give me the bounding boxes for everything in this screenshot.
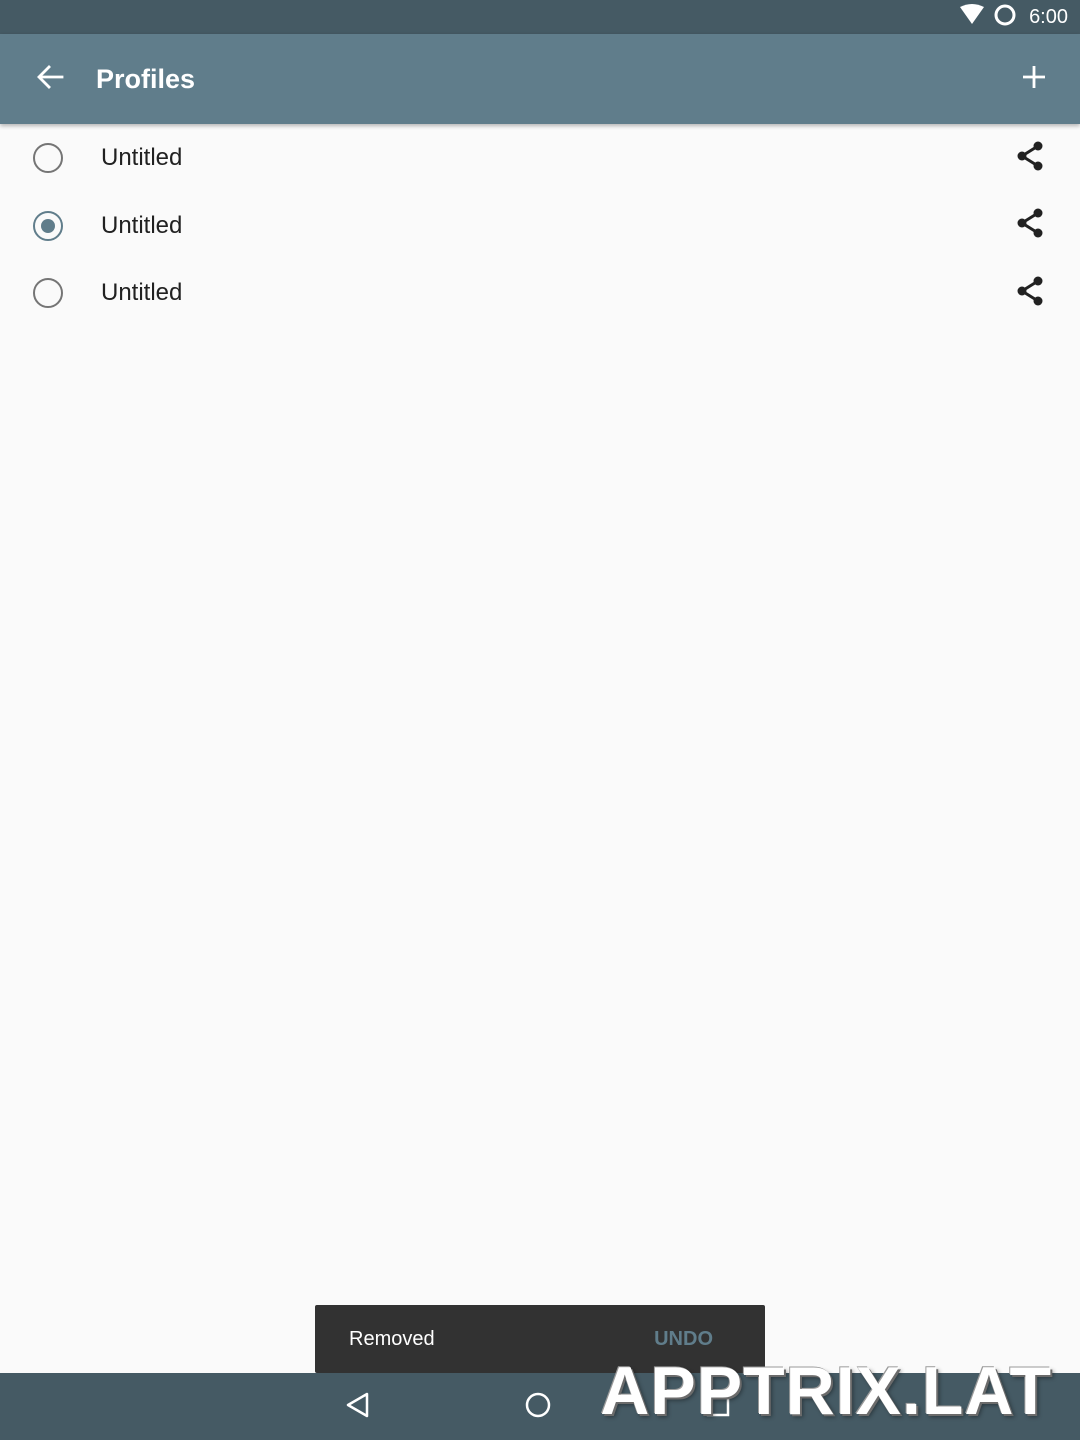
share-button-1[interactable] (1004, 132, 1056, 184)
page-title: Profiles (96, 64, 196, 94)
wifi-icon (959, 3, 985, 31)
nav-back-button[interactable] (333, 1382, 383, 1432)
profile-row-3[interactable]: Untitled (0, 259, 1080, 327)
share-button-3[interactable] (1004, 267, 1056, 319)
watermark: APPTRIX.LAT (600, 1353, 1052, 1429)
share-icon (1015, 207, 1045, 244)
profile-row-1[interactable]: Untitled (0, 124, 1080, 192)
share-icon (1015, 140, 1045, 177)
app-bar: Profiles (0, 34, 1080, 124)
status-time: 6:00 (1029, 5, 1068, 28)
profile-name-2: Untitled (101, 211, 183, 239)
status-circle-icon (993, 3, 1017, 32)
status-bar: 6:00 (0, 0, 1080, 34)
add-profile-button[interactable] (1006, 51, 1062, 107)
back-button[interactable] (22, 51, 78, 107)
plus-icon (1021, 64, 1047, 95)
back-triangle-icon (343, 1390, 373, 1425)
share-icon (1015, 275, 1045, 312)
profile-radio-1[interactable] (33, 143, 63, 173)
snackbar-message: Removed (349, 1328, 435, 1350)
profile-radio-2[interactable] (33, 210, 63, 241)
profile-name-3: Untitled (101, 279, 183, 306)
profile-radio-3[interactable] (33, 278, 63, 308)
share-button-2[interactable] (1004, 200, 1056, 252)
home-circle-icon (523, 1390, 553, 1425)
nav-home-button[interactable] (513, 1382, 563, 1432)
profile-row-2[interactable]: Untitled (0, 192, 1080, 260)
profile-list: Untitled Untitled Untitled (0, 124, 1080, 327)
arrow-back-icon (36, 63, 64, 96)
status-icons: 6:00 (959, 0, 1068, 34)
profile-name-1: Untitled (101, 144, 183, 171)
